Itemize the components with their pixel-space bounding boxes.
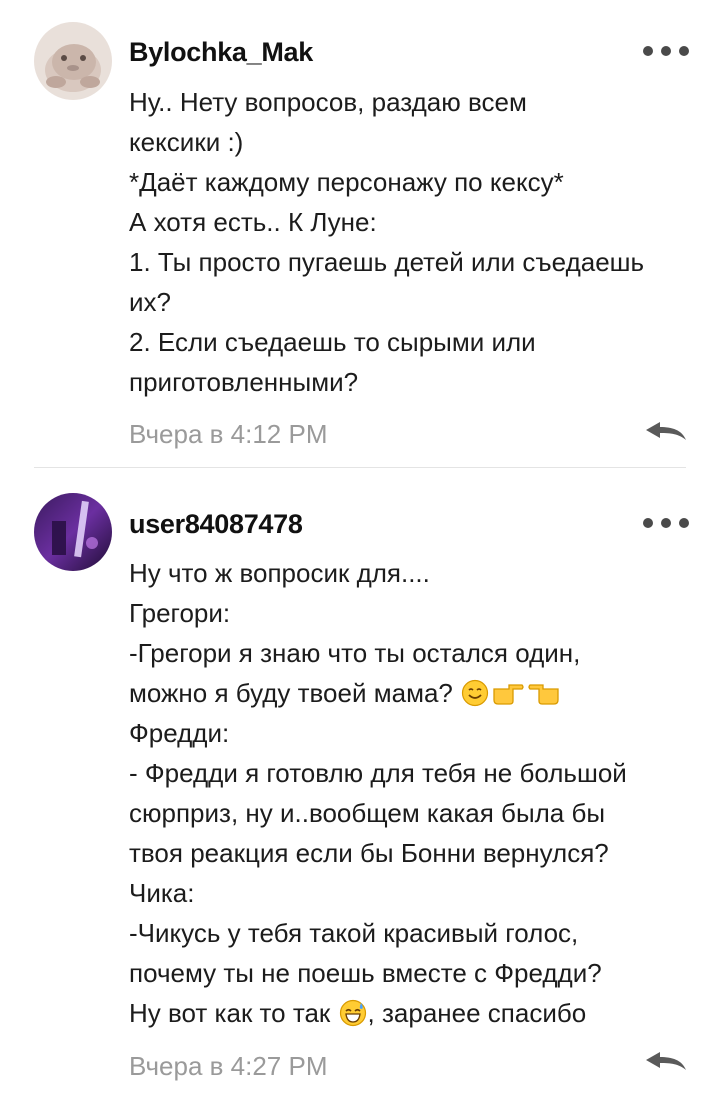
comment-body: Ну что ж вопросик для.... Грегори: -Грег…: [129, 553, 704, 1033]
comment-line: их?: [129, 287, 171, 317]
avatar-bylochka[interactable]: [34, 22, 112, 100]
comment-body: Ну.. Нету вопросов, раздаю всем кексики …: [129, 82, 704, 402]
comment-line: 1. Ты просто пугаешь детей или съедаешь: [129, 247, 645, 277]
comment-line: - Фредди я готовлю для тебя не большой: [129, 758, 627, 788]
comment-line-text: можно я буду твоей мама?: [129, 678, 453, 708]
more-dots-icon[interactable]: [643, 515, 689, 529]
comment-line: можно я буду твоей мама?: [129, 673, 704, 713]
comment-line: Грегори:: [129, 598, 231, 628]
comment-line-text: Ну вот как то так: [129, 998, 331, 1028]
comment-line: приготовленными?: [129, 367, 359, 397]
comment-line: Фредди:: [129, 718, 230, 748]
comment-line: *Даёт каждому персонажу по кексу*: [129, 167, 564, 197]
comment-line-text: , заранее спасибо: [367, 998, 587, 1028]
comment-line: Ну что ж вопросик для....: [129, 558, 430, 588]
comment-line: А хотя есть.. К Луне:: [129, 207, 377, 237]
comment-username[interactable]: user84087478: [129, 509, 303, 540]
comment-line: 2. Если съедаешь то сырыми или: [129, 327, 536, 357]
smiling-face-emoji: [461, 678, 489, 707]
more-dots-icon[interactable]: [643, 43, 689, 57]
comment-line: Чика:: [129, 878, 195, 908]
comment-timestamp: Вчера в 4:27 PM: [129, 1051, 328, 1081]
comment-line: твоя реакция если бы Бонни вернулся?: [129, 838, 609, 868]
comment-line: почему ты не поешь вместе с Фредди?: [129, 958, 602, 988]
pointing-right-emoji: [491, 678, 525, 706]
comment-timestamp: Вчера в 4:12 PM: [129, 419, 328, 449]
comment-divider: [34, 467, 686, 468]
grinning-sweat-emoji: [339, 998, 367, 1027]
pointing-left-emoji: [527, 678, 561, 706]
reply-arrow-icon[interactable]: [644, 419, 688, 443]
comment-line: -Грегори я знаю что ты остался один,: [129, 638, 581, 668]
reply-arrow-icon[interactable]: [644, 1049, 688, 1073]
comment-username[interactable]: Bylochka_Mak: [129, 37, 313, 68]
comment-line: кексики :): [129, 127, 244, 157]
avatar-user84087478[interactable]: [34, 493, 112, 571]
comment-line: Ну вот как то так , заранее спасибо: [129, 993, 704, 1033]
comment-line: Ну.. Нету вопросов, раздаю всем: [129, 87, 527, 117]
comment-line: -Чикусь у тебя такой красивый голос,: [129, 918, 579, 948]
comment-line: сюрприз, ну и..вообщем какая была бы: [129, 798, 606, 828]
